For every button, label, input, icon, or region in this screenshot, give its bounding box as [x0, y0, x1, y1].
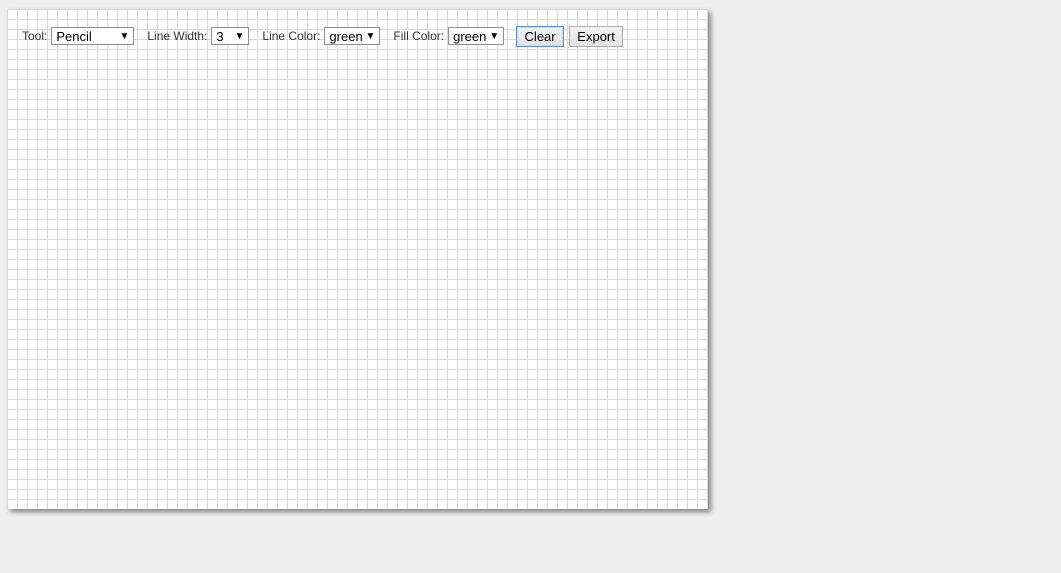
drawing-canvas[interactable]: Tool: Pencil ▼ Line Width: 3 ▼ Line Colo…: [7, 9, 708, 509]
line-color-select[interactable]: green ▼: [324, 27, 381, 45]
line-width-select[interactable]: 3 ▼: [211, 27, 250, 45]
tool-label: Tool:: [22, 29, 48, 43]
line-color-label: Line Color:: [262, 29, 321, 43]
tool-select[interactable]: Pencil ▼: [51, 27, 135, 45]
chevron-down-icon: ▼: [489, 31, 500, 42]
line-width-select-value: 3: [216, 28, 224, 44]
fill-color-select-value: green: [453, 28, 487, 44]
chevron-down-icon: ▼: [234, 31, 245, 42]
fill-color-label: Fill Color:: [393, 29, 445, 43]
line-width-label: Line Width:: [147, 29, 208, 43]
tool-select-value: Pencil: [56, 28, 92, 44]
export-button[interactable]: Export: [569, 25, 624, 47]
toolbar: Tool: Pencil ▼ Line Width: 3 ▼ Line Colo…: [22, 25, 624, 47]
clear-button[interactable]: Clear: [516, 25, 565, 47]
chevron-down-icon: ▼: [119, 31, 130, 42]
line-color-select-value: green: [329, 28, 363, 44]
fill-color-select[interactable]: green ▼: [448, 27, 505, 45]
chevron-down-icon: ▼: [365, 31, 376, 42]
